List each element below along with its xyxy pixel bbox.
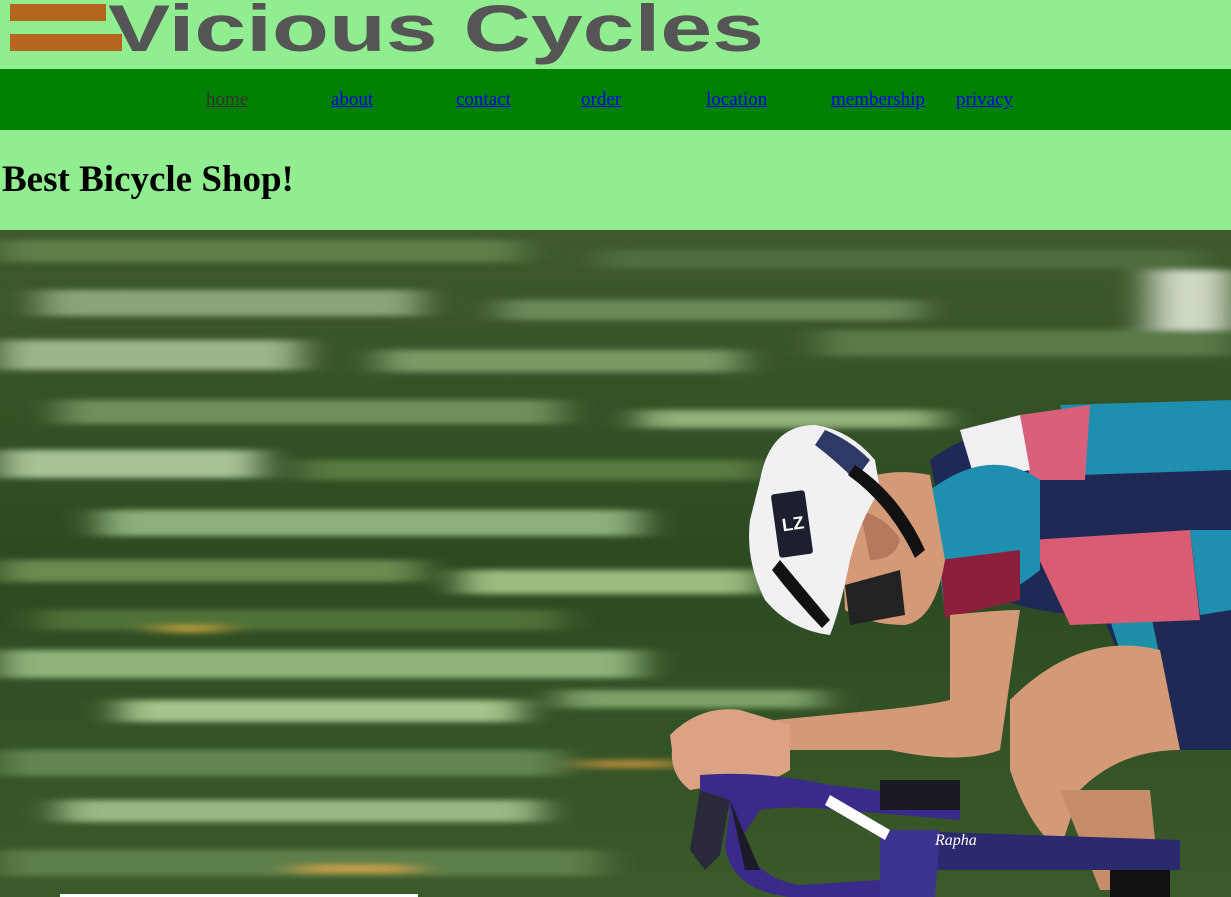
nav-link-location[interactable]: location [706, 89, 767, 111]
page-heading-section: Best Bicycle Shop! [0, 130, 1231, 230]
bike-brand-text: Rapha [934, 832, 977, 849]
page-title: Best Bicycle Shop! [2, 159, 294, 200]
logo-stripe-bottom [10, 34, 122, 51]
nav-link-membership[interactable]: membership [831, 89, 925, 111]
helmet-badge-text: LZ [781, 512, 806, 535]
nav-link-privacy[interactable]: privacy [956, 89, 1013, 111]
nav-link-contact[interactable]: contact [456, 89, 511, 111]
logo-text: Vicious Cycles [108, 0, 764, 65]
logo-stripe-top [10, 4, 106, 21]
hero-image: LZ Rapha [0, 230, 1231, 897]
hero-illustration: LZ Rapha [0, 230, 1231, 897]
site-logo[interactable]: Vicious Cycles [8, 0, 768, 69]
main-nav: home about contact order location member… [0, 69, 1231, 130]
site-header: Vicious Cycles [0, 0, 1231, 69]
nav-link-home[interactable]: home [206, 89, 248, 111]
nav-link-about[interactable]: about [331, 89, 373, 111]
nav-link-order[interactable]: order [581, 89, 621, 111]
